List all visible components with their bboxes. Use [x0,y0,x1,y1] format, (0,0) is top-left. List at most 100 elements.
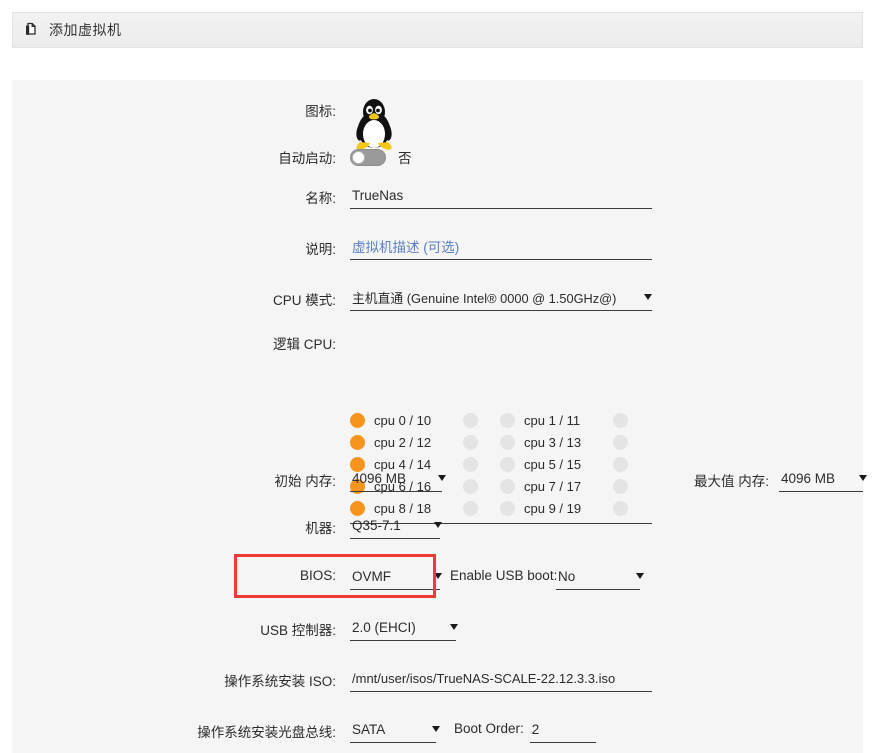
toggle-knob [352,150,365,164]
cpu-dot-selected-icon [350,412,365,428]
os-install-bus-select[interactable]: SATA [350,716,440,743]
cpu-dot-unselected-icon [500,412,515,428]
cpu-toggle-3[interactable]: cpu 3 / 13 [500,434,613,450]
cpu-dot-unselected-icon [613,500,628,516]
row-bios: BIOS: OVMF [226,563,446,590]
cpu-toggle-5b[interactable] [613,456,628,472]
chevron-down-icon[interactable] [450,624,458,630]
bios-value: OVMF [352,568,391,584]
machine-select[interactable]: Q35-7.1 [350,512,442,539]
initial-memory-label: 初始 内存: [274,474,336,489]
cpu-label: cpu 7 / 17 [524,478,582,494]
bios-select[interactable]: OVMF [350,563,442,590]
cpu-mode-label: CPU 模式: [272,293,336,308]
cpu-mode-select[interactable]: 主机直通 (Genuine Intel® 0000 @ 1.50GHz@) [350,284,652,311]
cpu-toggle-0b[interactable] [463,412,500,428]
cpu-toggle-2b[interactable] [463,434,500,450]
row-name: 名称: TrueNas [226,182,666,209]
cpu-dot-selected-icon [350,434,365,450]
cpu-dot-unselected-icon [613,434,628,450]
cpu-toggle-9b[interactable] [613,500,628,516]
initial-memory-value: 4096 MB [352,470,407,486]
chevron-down-icon[interactable] [859,475,867,481]
bios-label: BIOS: [299,568,336,583]
cpu-dot-unselected-icon [463,412,478,428]
chevron-down-icon[interactable] [434,522,442,528]
row-max-memory: 最大值 内存: 4096 MB [673,465,873,492]
row-os-install-bus: 操作系统安装光盘总线: SATA Boot Order: 2 [178,716,638,743]
usb-boot-label: Enable USB boot: [450,568,558,583]
os-install-bus-label: 操作系统安装光盘总线: [197,725,336,740]
cpu-label: cpu 9 / 19 [524,500,582,516]
chevron-down-icon[interactable] [644,294,652,300]
autostart-label: 自动启动: [278,151,336,166]
usb-boot-value: No [558,568,576,584]
machine-value: Q35-7.1 [352,517,401,533]
icon-label: 图标: [305,104,336,119]
row-cpu-mode: CPU 模式: 主机直通 (Genuine Intel® 0000 @ 1.50… [226,284,666,311]
logical-cpu-label: 逻辑 CPU: [272,337,336,352]
cpu-row: cpu 0 / 10 cpu 1 / 11 [350,409,652,431]
description-placeholder: 虚拟机描述 (可选) [352,240,460,255]
row-description: 说明: 虚拟机描述 (可选) [226,233,666,260]
row-usb-controller: USB 控制器: 2.0 (EHCI) [226,614,526,641]
boot-order-label: Boot Order: [454,721,524,736]
boot-order-value: 2 [531,721,540,737]
cpu-label: cpu 2 / 12 [374,434,432,450]
usb-controller-select[interactable]: 2.0 (EHCI) [350,614,458,641]
cpu-label: cpu 3 / 13 [524,434,582,450]
cpu-mode-value: 主机直通 (Genuine Intel® 0000 @ 1.50GHz@) [352,290,617,306]
cpu-toggle-0[interactable]: cpu 0 / 10 [350,412,463,428]
cpu-label: cpu 0 / 10 [374,412,432,428]
max-memory-value: 4096 MB [781,470,836,486]
cpu-toggle-3b[interactable] [613,434,628,450]
add-vm-form-panel: 图标: 自动启动: 否 名称: TrueNas 说明: 虚拟机描述 (可选) C… [12,80,867,753]
os-install-iso-label: 操作系统安装 ISO: [224,674,336,689]
chevron-down-icon[interactable] [432,726,440,732]
cpu-dot-unselected-icon [463,434,478,450]
cpu-toggle-2[interactable]: cpu 2 / 12 [350,434,463,450]
window-title: 添加虚拟机 [49,22,122,38]
cpu-row: cpu 2 / 12 cpu 3 / 13 [350,431,652,453]
copy-pages-icon [23,22,39,38]
initial-memory-select[interactable]: 4096 MB [350,465,446,492]
cpu-label: cpu 1 / 11 [524,412,581,428]
boot-order-input[interactable]: 2 [529,716,596,743]
cpu-dot-unselected-icon [613,456,628,472]
row-os-install-iso: 操作系统安装 ISO: /mnt/user/isos/TrueNAS-SCALE… [202,665,662,692]
max-memory-label: 最大值 内存: [693,474,769,489]
os-install-bus-value: SATA [352,721,386,737]
cpu-dot-unselected-icon [613,412,628,428]
cpu-dot-unselected-icon [500,434,515,450]
chevron-down-icon[interactable] [434,573,442,579]
row-autostart: 自动启动: 否 [226,147,646,167]
name-label: 名称: [305,191,336,206]
usb-controller-value: 2.0 (EHCI) [352,619,416,635]
name-value: TrueNas [352,187,404,203]
row-usb-boot: Enable USB boot: No [450,563,670,590]
cpu-dot-unselected-icon [613,478,628,494]
description-label: 说明: [305,242,336,257]
row-machine: 机器: Q35-7.1 [226,512,526,539]
usb-controller-label: USB 控制器: [260,623,336,638]
autostart-state-text: 否 [398,151,412,166]
usb-boot-select[interactable]: No [556,563,644,590]
name-input[interactable]: TrueNas [350,182,652,209]
description-input[interactable]: 虚拟机描述 (可选) [350,233,652,260]
chevron-down-icon[interactable] [438,475,446,481]
row-logical-cpu-label: 逻辑 CPU: [226,333,346,353]
cpu-toggle-1[interactable]: cpu 1 / 11 [500,412,613,428]
row-icon: 图标: [226,94,646,152]
row-initial-memory: 初始 内存: 4096 MB [226,465,526,492]
window-titlebar: 添加虚拟机 [12,12,863,48]
chevron-down-icon[interactable] [636,573,644,579]
os-install-iso-input[interactable]: /mnt/user/isos/TrueNAS-SCALE-22.12.3.3.i… [350,665,652,692]
autostart-toggle[interactable] [350,148,386,166]
os-install-iso-value: /mnt/user/isos/TrueNAS-SCALE-22.12.3.3.i… [352,670,616,686]
cpu-toggle-7b[interactable] [613,478,628,494]
max-memory-select[interactable]: 4096 MB [779,465,867,492]
cpu-label: cpu 5 / 15 [524,456,582,472]
tux-penguin-icon[interactable] [350,94,398,152]
machine-label: 机器: [305,521,336,536]
cpu-toggle-1b[interactable] [613,412,628,428]
